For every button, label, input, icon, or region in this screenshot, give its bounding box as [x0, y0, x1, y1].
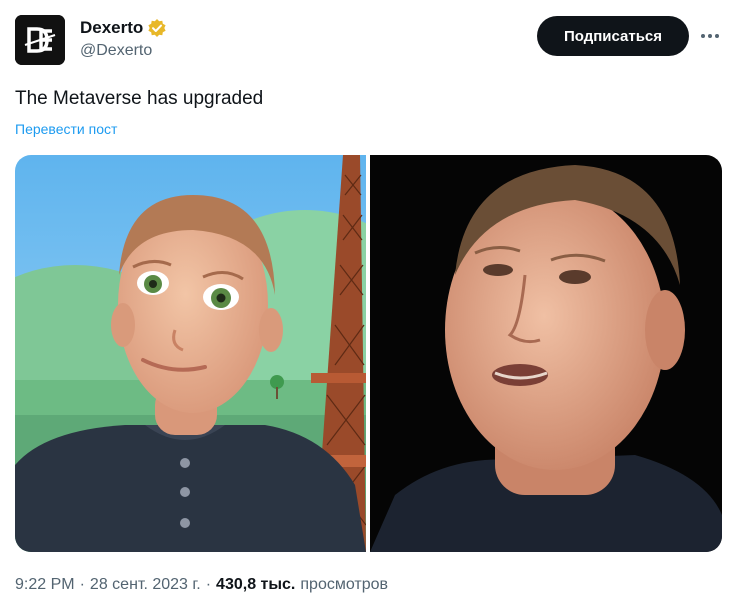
author-handle[interactable]: @Dexerto: [80, 42, 167, 60]
dexerto-logo-icon: [15, 15, 65, 65]
author-info: Dexerto @Dexerto: [80, 17, 167, 60]
tweet-date[interactable]: 28 сент. 2023 г.: [90, 576, 201, 594]
meta-separator: ·: [79, 576, 85, 593]
tweet-media[interactable]: [15, 155, 722, 552]
author-display-name[interactable]: Dexerto: [80, 18, 143, 38]
more-horizontal-icon: [701, 34, 719, 38]
views-label: просмотров: [300, 576, 389, 593]
tweet-meta: 9:22 PM · 28 сент. 2023 г. · 430,8 тыс. …: [15, 576, 388, 594]
more-options-button[interactable]: [696, 22, 724, 50]
verified-badge-icon: [147, 18, 167, 38]
views-count: 430,8 тыс.: [216, 576, 296, 593]
translate-post-link[interactable]: Перевести пост: [15, 121, 117, 137]
metaverse-avatar-image: [15, 155, 425, 552]
author-avatar[interactable]: [15, 15, 65, 65]
real-person-photo: [370, 155, 722, 552]
tweet-time[interactable]: 9:22 PM: [15, 576, 75, 594]
follow-button[interactable]: Подписаться: [537, 16, 689, 56]
meta-separator: ·: [205, 576, 212, 593]
tweet-text: The Metaverse has upgraded: [15, 88, 264, 109]
